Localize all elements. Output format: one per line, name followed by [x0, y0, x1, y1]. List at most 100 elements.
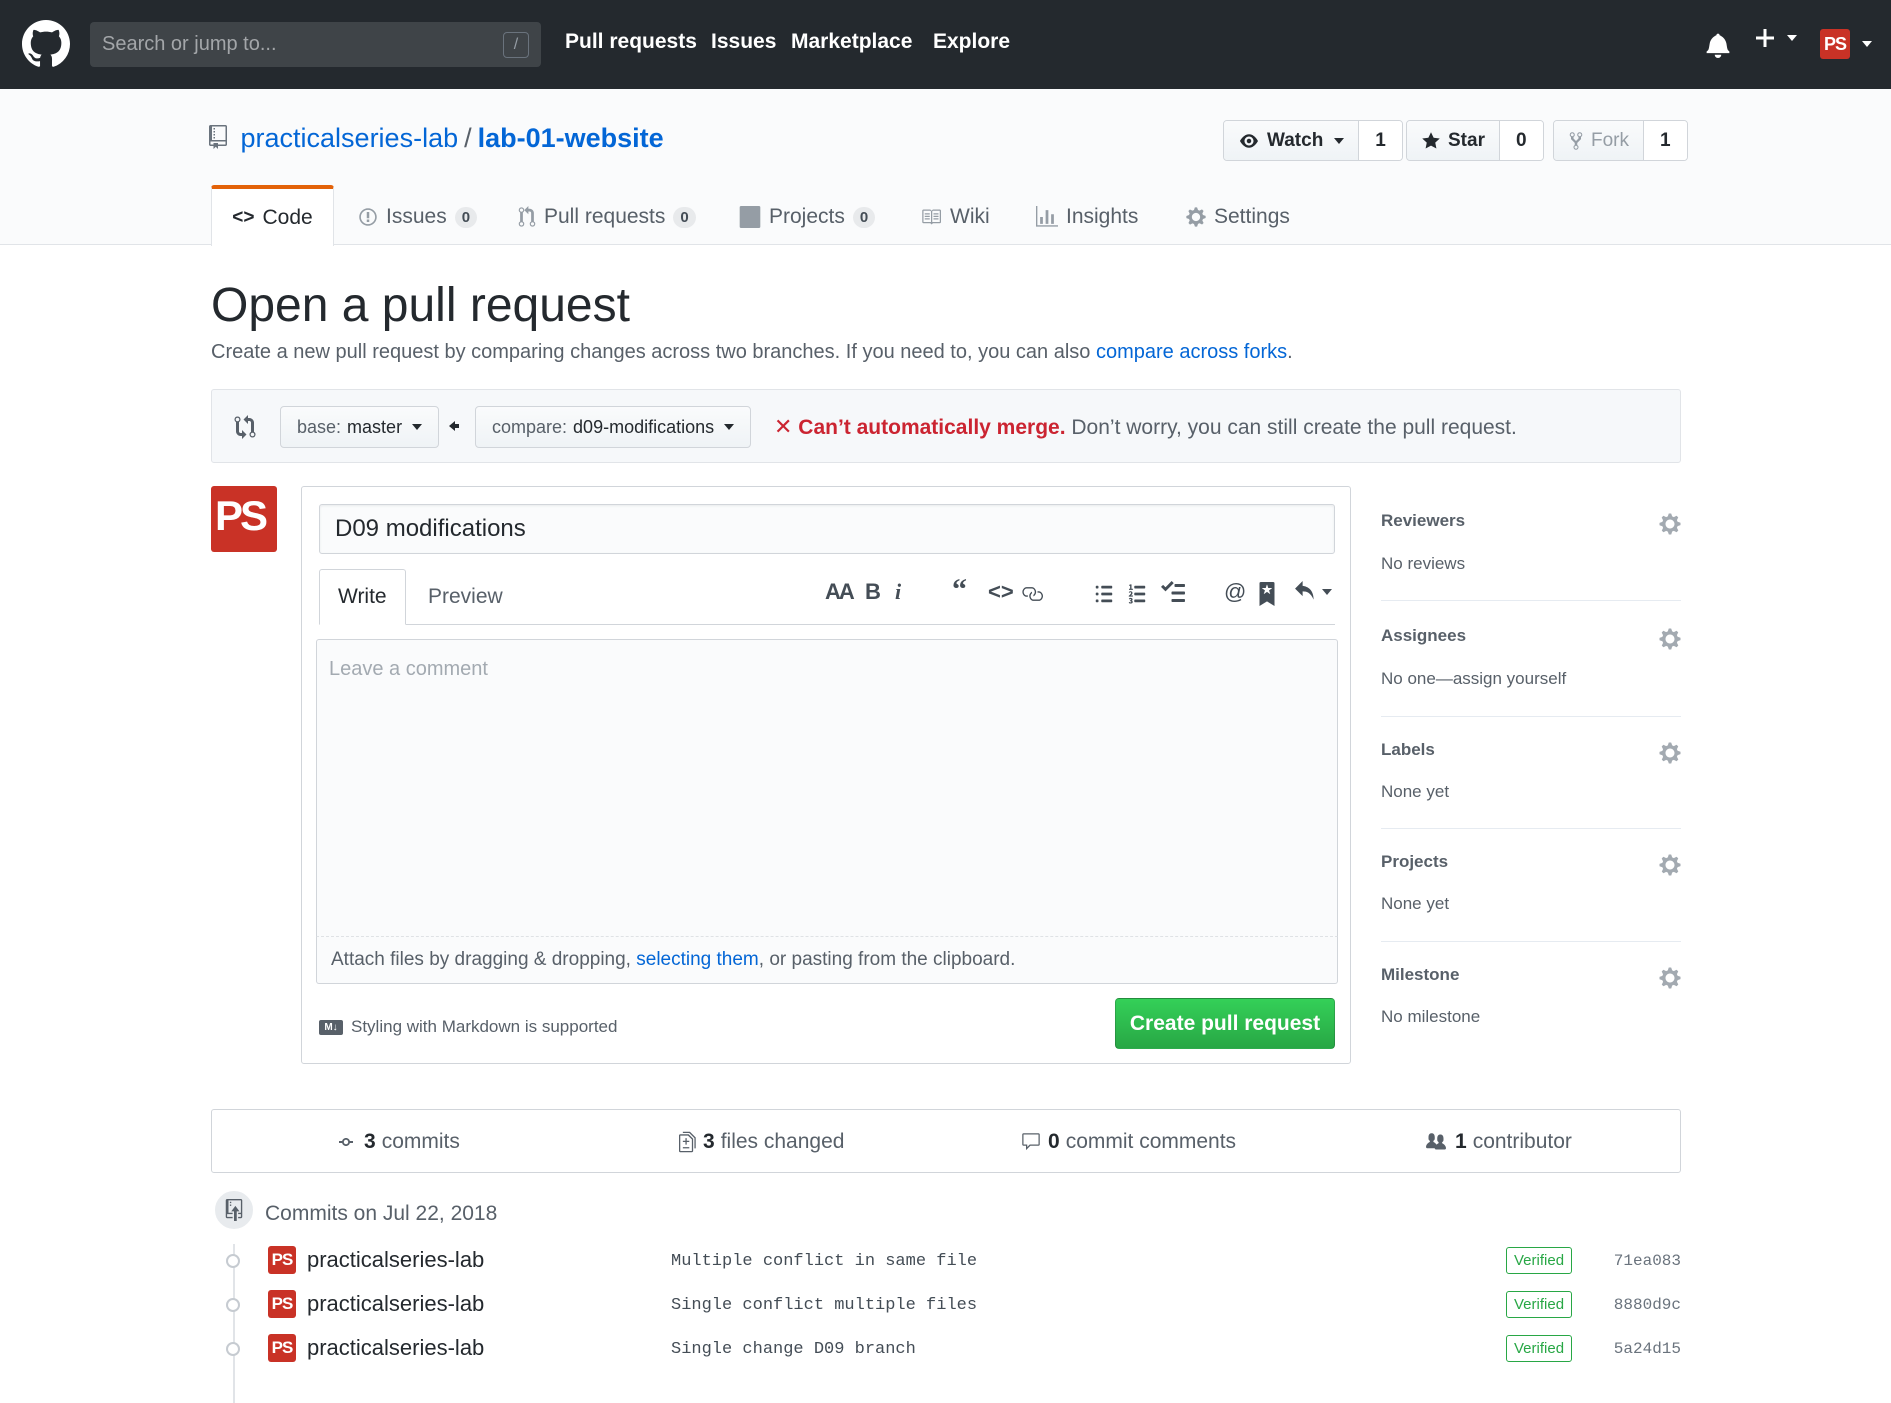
- gear-icon[interactable]: [1659, 966, 1681, 990]
- gear-icon[interactable]: [1659, 512, 1681, 536]
- verified-badge[interactable]: Verified: [1506, 1335, 1573, 1362]
- tab-projects[interactable]: Projects 0: [739, 188, 876, 246]
- nav-issues[interactable]: Issues: [711, 30, 776, 54]
- verified-badge[interactable]: Verified: [1506, 1291, 1573, 1318]
- lead-text: Create a new pull request by comparing c…: [211, 341, 1091, 363]
- list-ordered-icon[interactable]: [1127, 583, 1147, 605]
- eye-icon: [1240, 133, 1258, 148]
- tab-preview[interactable]: Preview: [410, 569, 521, 625]
- repo-icon: [209, 125, 227, 149]
- commit-author[interactable]: practicalseries-lab: [307, 1247, 484, 1273]
- select-files-link[interactable]: selecting them: [636, 949, 759, 970]
- tab-write[interactable]: Write: [319, 569, 406, 625]
- commit-message[interactable]: Multiple conflict in same file: [671, 1252, 977, 1271]
- tab-insights[interactable]: Insights: [1036, 188, 1138, 246]
- search-box[interactable]: /: [90, 22, 541, 67]
- commit-sha[interactable]: 5a24d15: [1614, 1340, 1681, 1358]
- gear-icon[interactable]: [1659, 741, 1681, 765]
- tab-issues[interactable]: Issues 0: [358, 188, 478, 246]
- file-attach-bar[interactable]: Attach files by dragging & dropping, sel…: [316, 937, 1338, 984]
- milestone-title[interactable]: Milestone: [1381, 965, 1459, 985]
- compare-across-forks-link[interactable]: compare across forks: [1096, 341, 1287, 363]
- bookmark-icon[interactable]: [1258, 582, 1276, 606]
- watch-button[interactable]: Watch: [1224, 121, 1360, 160]
- commits-stat[interactable]: 3 commits: [334, 1130, 460, 1154]
- commit-author[interactable]: practicalseries-lab: [307, 1335, 484, 1361]
- user-menu[interactable]: PS: [1820, 29, 1872, 59]
- commit-author[interactable]: practicalseries-lab: [307, 1291, 484, 1317]
- fork-button-group: Fork 1: [1553, 120, 1688, 161]
- labels-title[interactable]: Labels: [1381, 740, 1435, 760]
- verified-badge[interactable]: Verified: [1506, 1247, 1573, 1274]
- repo-title: practicalseries-lab / lab-01-website: [209, 123, 664, 154]
- merge-note-text: Don’t worry, you can still create the pu…: [1071, 416, 1517, 439]
- commit-comments-stat[interactable]: 0 commit comments: [1020, 1130, 1236, 1154]
- nav-pull-requests[interactable]: Pull requests: [565, 30, 697, 54]
- files-changed-stat[interactable]: 3 files changed: [679, 1130, 844, 1154]
- commit-message[interactable]: Single change D09 branch: [671, 1340, 916, 1359]
- pr-sidebar: Reviewers No reviews Assignees No one—as…: [1381, 486, 1681, 1086]
- commit-avatar[interactable]: PS: [268, 1246, 296, 1274]
- chevron-down-icon: [1787, 35, 1797, 41]
- milestone-value: No milestone: [1381, 1007, 1481, 1026]
- bold-icon[interactable]: B: [865, 579, 881, 605]
- attach-text: Attach files by dragging & dropping,: [331, 949, 631, 970]
- pr-title-input[interactable]: [319, 504, 1335, 554]
- projects-title[interactable]: Projects: [1381, 852, 1448, 872]
- code-icon[interactable]: <>: [988, 579, 1014, 605]
- gear-icon[interactable]: [1659, 853, 1681, 877]
- create-new-menu[interactable]: [1753, 26, 1797, 50]
- list-unordered-icon[interactable]: [1094, 583, 1114, 605]
- chevron-down-icon: [724, 424, 735, 430]
- fork-button[interactable]: Fork: [1554, 121, 1644, 160]
- search-input[interactable]: [102, 22, 482, 67]
- issues-counter: 0: [454, 206, 478, 228]
- page-title: Open a pull request: [211, 279, 630, 332]
- commit-avatar[interactable]: PS: [268, 1290, 296, 1318]
- plus-icon: [1756, 29, 1774, 47]
- bell-icon[interactable]: [1706, 32, 1730, 58]
- pull-request-form: Write Preview AA B i “ <> @ Attach files…: [301, 486, 1351, 1064]
- create-pull-request-button[interactable]: Create pull request: [1115, 998, 1335, 1049]
- avatar[interactable]: PS: [211, 486, 277, 552]
- commit-avatar[interactable]: PS: [268, 1334, 296, 1362]
- commit-message[interactable]: Single conflict multiple files: [671, 1296, 977, 1315]
- commits-timeline-badge: [213, 1189, 255, 1231]
- reply-menu[interactable]: [1293, 581, 1332, 603]
- base-branch-select[interactable]: base: master: [280, 406, 440, 448]
- header-text-icon[interactable]: AA: [825, 579, 855, 605]
- repo-owner-link[interactable]: practicalseries-lab: [241, 123, 459, 153]
- quote-icon[interactable]: “: [952, 573, 967, 607]
- github-logo-icon[interactable]: [22, 20, 70, 68]
- avatar: PS: [1820, 29, 1850, 59]
- stargazers-count[interactable]: 0: [1499, 121, 1543, 160]
- commit-sha[interactable]: 71ea083: [1614, 1252, 1681, 1270]
- watchers-count[interactable]: 1: [1359, 121, 1402, 160]
- assignees-value[interactable]: No one—assign yourself: [1381, 669, 1566, 689]
- contributors-stat[interactable]: 1 contributor: [1423, 1130, 1572, 1154]
- tab-settings[interactable]: Settings: [1186, 188, 1290, 246]
- italic-icon[interactable]: i: [895, 579, 901, 605]
- repo-name-link[interactable]: lab-01-website: [478, 123, 664, 153]
- gear-icon[interactable]: [1659, 627, 1681, 651]
- nav-marketplace[interactable]: Marketplace: [791, 30, 912, 54]
- assignees-title[interactable]: Assignees: [1381, 626, 1466, 646]
- nav-explore[interactable]: Explore: [933, 30, 1010, 54]
- contributors-label: contributor: [1472, 1130, 1572, 1153]
- mention-icon[interactable]: @: [1224, 579, 1246, 605]
- tab-code[interactable]: <> Code: [211, 185, 334, 246]
- link-icon[interactable]: [1020, 583, 1044, 605]
- comment-textarea[interactable]: [316, 639, 1338, 937]
- star-button[interactable]: Star: [1407, 121, 1500, 160]
- commit-sha[interactable]: 8880d9c: [1614, 1296, 1681, 1314]
- reviewers-title[interactable]: Reviewers: [1381, 511, 1465, 531]
- commit-dot-icon: [226, 1342, 240, 1356]
- tasklist-icon[interactable]: [1160, 581, 1186, 605]
- commit-row: PS practicalseries-lab Single change D09…: [220, 1329, 1681, 1369]
- markdown-support-note[interactable]: M↓ Styling with Markdown is supported: [319, 1017, 617, 1037]
- tab-pull-requests[interactable]: Pull requests 0: [518, 188, 696, 246]
- forks-count[interactable]: 1: [1644, 121, 1687, 160]
- chevron-down-icon: [1862, 41, 1872, 47]
- compare-branch-select[interactable]: compare: d09-modifications: [475, 406, 752, 448]
- tab-wiki[interactable]: Wiki: [920, 188, 990, 246]
